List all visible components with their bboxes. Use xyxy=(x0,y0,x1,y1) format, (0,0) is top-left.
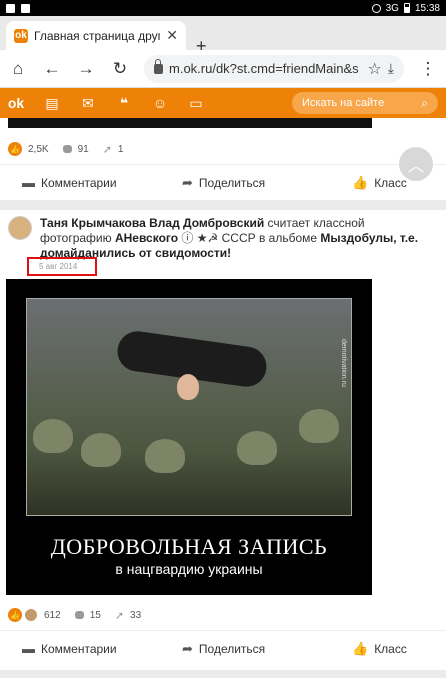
shares-count[interactable]: 33 xyxy=(130,610,141,621)
photo-helmet xyxy=(33,419,73,453)
ok-favicon-icon: ok xyxy=(14,28,28,43)
discussions-icon[interactable]: ❝ xyxy=(116,95,132,111)
liker-avatar[interactable] xyxy=(24,608,38,622)
shares-count[interactable]: 1 xyxy=(118,144,124,155)
likes-count[interactable]: 612 xyxy=(44,610,61,621)
comments-label: Комментарии xyxy=(41,175,117,190)
comment-icon: ▬ xyxy=(22,641,35,656)
comments-count[interactable]: 15 xyxy=(90,610,101,621)
menu-icon[interactable]: ⋮ xyxy=(418,59,438,79)
watermark: demotivation.ru xyxy=(340,339,347,387)
status-bar: 3G 15:38 xyxy=(0,0,446,16)
feed-icon[interactable]: ▤ xyxy=(44,95,60,111)
post-actions: ▬ Комментарии ➦ Поделиться 👍 Класс xyxy=(0,164,446,200)
image-caption-sub: в нацгвардию украины xyxy=(115,561,263,577)
close-tab-icon[interactable]: ✕ xyxy=(166,27,178,44)
feed: 👍 2,5K 91 ➚ 1 ▬ Комментарии ➦ Поделиться… xyxy=(0,118,446,678)
comments-label: Комментарии xyxy=(41,641,117,656)
photo: demotivation.ru xyxy=(26,298,352,516)
author-link[interactable]: Таня Крымчакова Влад Домбровский xyxy=(40,216,264,230)
post-headline: Таня Крымчакова Влад Домбровский считает… xyxy=(40,216,438,261)
likes-count[interactable]: 2,5K xyxy=(28,144,49,155)
share-icon: ➦ xyxy=(182,174,193,190)
post-stats: 👍 612 15 ➚ 33 xyxy=(8,608,141,622)
reload-icon[interactable]: ↻ xyxy=(110,59,130,79)
in-album-text: в альбоме xyxy=(258,231,318,245)
ok-logo-icon[interactable]: ok xyxy=(8,95,24,111)
site-search-input[interactable]: Искать на сайте ⌕ xyxy=(292,92,438,114)
battery-icon xyxy=(403,3,410,13)
tab-strip: ok Главная страница друга ✕ + xyxy=(0,16,446,56)
post-image[interactable]: demotivation.ru ДОБРОВОЛЬНАЯ ЗАПИСЬ в на… xyxy=(6,279,372,595)
like-badge-icon[interactable]: 👍 xyxy=(8,608,22,622)
lock-icon xyxy=(154,58,163,74)
owner-link[interactable]: АНевского xyxy=(115,231,178,245)
like-label: Класс xyxy=(374,641,407,656)
share-icon: ➦ xyxy=(182,640,193,656)
tab-friend-page[interactable]: ok Главная страница друга ✕ xyxy=(6,21,186,50)
photo-helmet xyxy=(81,433,121,467)
like-button[interactable]: 👍 Класс xyxy=(352,175,407,191)
share-button[interactable]: ➦ Поделиться xyxy=(182,641,265,657)
like-label: Класс xyxy=(374,175,407,190)
url-text: m.ok.ru/dk?st.cmd=friendMain&s xyxy=(169,61,359,76)
post-header: Таня Крымчакова Влад Домбровский считает… xyxy=(8,216,438,261)
friends-icon[interactable]: ☺ xyxy=(152,95,168,111)
scroll-top-icon[interactable]: ︿ xyxy=(399,147,433,181)
address-bar: ⌂ ← → ↻ m.ok.ru/dk?st.cmd=friendMain&s ☆… xyxy=(0,50,446,88)
messages-icon[interactable]: ✉ xyxy=(80,95,96,111)
wifi-icon xyxy=(371,3,381,13)
share-count-icon: ➚ xyxy=(114,609,125,622)
share-label: Поделиться xyxy=(198,641,266,656)
back-icon[interactable]: ← xyxy=(42,59,62,79)
gallery-icon xyxy=(6,3,15,13)
comment-count-icon xyxy=(62,145,72,153)
comments-button[interactable]: ▬ Комментарии xyxy=(22,175,117,190)
comment-count-icon xyxy=(74,611,84,619)
comments-count[interactable]: 91 xyxy=(78,144,89,155)
share-button[interactable]: ➦ Поделиться xyxy=(182,175,265,191)
post-date: 5 авг 2014 xyxy=(27,257,97,276)
comment-icon: ▬ xyxy=(22,175,35,190)
share-label: Поделиться xyxy=(198,175,266,190)
star-icon[interactable]: ☆ xyxy=(367,59,381,79)
search-icon[interactable]: ⌕ xyxy=(421,96,428,111)
post-stats: 👍 2,5K 91 ➚ 1 xyxy=(8,142,123,156)
network-type: 3G xyxy=(385,2,399,14)
ok-nav-bar: ok ▤ ✉ ❝ ☺ ▭ Искать на сайте ⌕ xyxy=(0,88,446,118)
photo-helmet xyxy=(299,409,339,443)
forward-icon[interactable]: → xyxy=(76,59,96,79)
mail-icon xyxy=(21,3,30,13)
photo-helmet xyxy=(145,439,185,473)
owner-badges: ⓘ ★☭ СССР xyxy=(181,231,256,245)
share-count-icon: ➚ xyxy=(102,143,112,156)
thumbs-up-icon: 👍 xyxy=(352,640,369,656)
comments-button[interactable]: ▬ Комментарии xyxy=(22,641,117,656)
url-field[interactable]: m.ok.ru/dk?st.cmd=friendMain&s ☆ ⤓ xyxy=(144,54,404,83)
photo-helmet xyxy=(237,431,277,465)
search-placeholder: Искать на сайте xyxy=(302,97,385,109)
wallet-icon[interactable]: ▭ xyxy=(188,95,204,111)
clock: 15:38 xyxy=(414,2,440,14)
photo-person-face xyxy=(177,374,199,400)
home-icon[interactable]: ⌂ xyxy=(8,59,28,79)
tab-title: Главная страница друга xyxy=(34,28,161,43)
date-text: 5 авг 2014 xyxy=(39,262,78,271)
like-button[interactable]: 👍 Класс xyxy=(352,641,407,657)
post-image[interactable] xyxy=(8,118,372,128)
feed-post: 👍 2,5K 91 ➚ 1 ▬ Комментарии ➦ Поделиться… xyxy=(0,118,446,200)
like-badge-icon[interactable]: 👍 xyxy=(8,142,22,156)
avatar[interactable] xyxy=(8,216,32,240)
feed-post: Таня Крымчакова Влад Домбровский считает… xyxy=(0,210,446,670)
download-icon[interactable]: ⤓ xyxy=(388,60,394,77)
image-caption-main: ДОБРОВОЛЬНАЯ ЗАПИСЬ xyxy=(50,534,328,559)
post-actions: ▬ Комментарии ➦ Поделиться 👍 Класс xyxy=(0,630,446,666)
thumbs-up-icon: 👍 xyxy=(352,174,369,190)
